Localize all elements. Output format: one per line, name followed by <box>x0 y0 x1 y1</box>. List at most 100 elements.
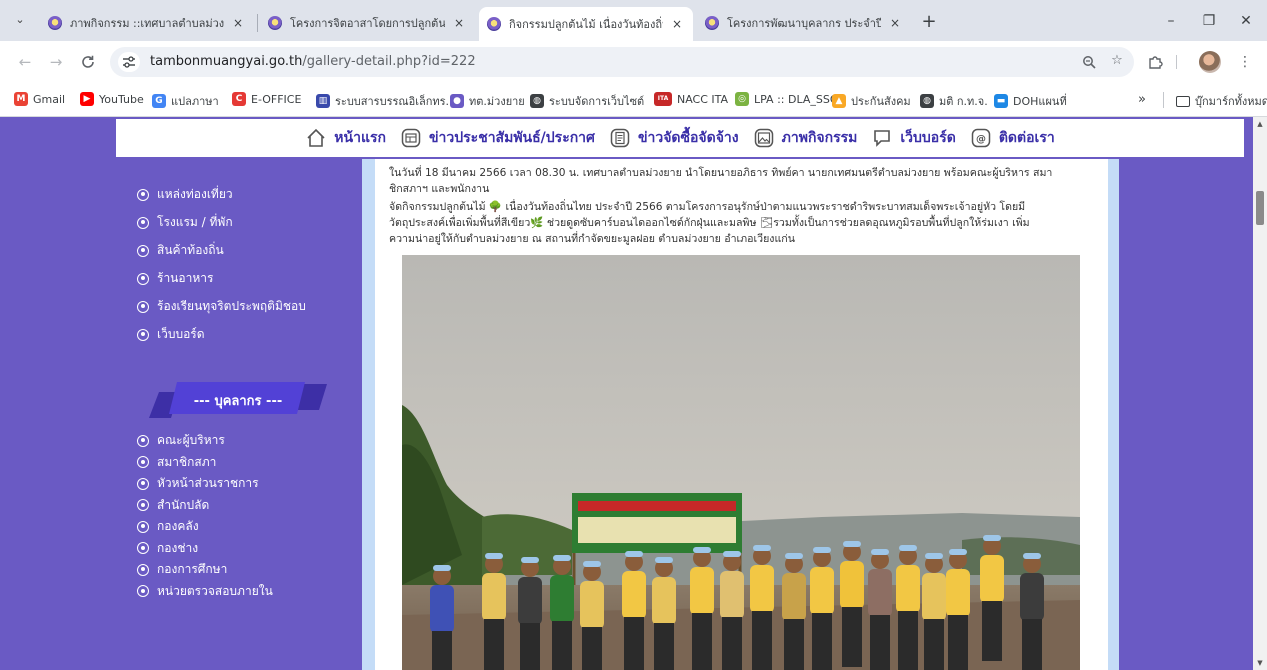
municipal-seal-icon <box>268 16 282 30</box>
gmail-icon: M <box>14 92 28 106</box>
nav-contact[interactable]: @ ติดต่อเรา <box>970 127 1055 149</box>
scroll-thumb[interactable] <box>1256 191 1264 225</box>
sidebar-link[interactable]: ร้องเรียนทุจริตประพฤติมิชอบ <box>137 297 306 316</box>
tab-close-icon[interactable]: × <box>669 17 685 31</box>
nav-webboard[interactable]: เว็บบอร์ด <box>871 127 956 149</box>
bookmarks-divider <box>1163 92 1164 108</box>
zoom-icon[interactable] <box>1080 53 1098 73</box>
bookmark-label: E-OFFICE <box>251 92 302 106</box>
chat-bubble-icon <box>874 130 891 147</box>
toolbar-divider <box>1176 55 1177 69</box>
browser-tab-bar: ⌄ ภาพกิจกรรม ::เทศบาลตำบลม่วงยาย × โครงก… <box>0 0 1267 41</box>
forward-arrow-icon[interactable]: → <box>45 51 67 73</box>
nav-home[interactable]: หน้าแรก <box>305 127 386 149</box>
bookmark-item[interactable]: ▥ ระบบสารบรรณอิเล็กทร... <box>316 92 456 110</box>
bookmark-item[interactable]: ▶ YouTube <box>80 92 144 106</box>
personnel-link[interactable]: สำนักปลัด <box>137 496 209 515</box>
profile-avatar[interactable] <box>1199 51 1221 73</box>
radio-bullet-icon <box>137 542 149 554</box>
browser-tab[interactable]: โครงการพัฒนาบุคลากร ประจำปี 256 × <box>697 9 911 37</box>
bookmark-item[interactable]: ▲ ประกันสังคม <box>832 92 911 110</box>
bookmark-item[interactable]: ▬ DOHแผนที่ <box>994 92 1067 110</box>
map-icon: ▬ <box>994 94 1008 108</box>
sidebar-link[interactable]: ร้านอาหาร <box>137 269 213 288</box>
site-info-icon[interactable] <box>118 52 140 72</box>
procurement-doc-icon <box>610 128 630 148</box>
personnel-link[interactable]: หน่วยตรวจสอบภายใน <box>137 582 273 601</box>
tab-search-chevron-icon[interactable]: ⌄ <box>10 10 30 30</box>
bookmark-item[interactable]: ◍ ระบบจัดการเว็บไซต์ <box>530 92 644 110</box>
bookmark-label: NACC ITA <box>677 92 729 106</box>
personnel-link[interactable]: สมาชิกสภา <box>137 453 216 472</box>
personnel-link[interactable]: กองการศึกษา <box>137 560 227 579</box>
youtube-icon: ▶ <box>80 92 94 106</box>
activity-photo[interactable] <box>402 255 1080 670</box>
restore-button[interactable]: ❐ <box>1194 10 1224 32</box>
article-line: ชิกสภาฯ และพนักงาน <box>389 183 490 195</box>
bookmark-item[interactable]: C E-OFFICE <box>232 92 301 106</box>
globe-icon: ◍ <box>920 94 934 108</box>
minimize-button[interactable]: – <box>1156 10 1186 32</box>
new-tab-button[interactable]: + <box>918 11 940 33</box>
scroll-down-arrow-icon[interactable]: ▼ <box>1253 656 1267 670</box>
sidebar-link[interactable]: เว็บบอร์ด <box>137 325 205 344</box>
personnel-link[interactable]: กองคลัง <box>137 517 199 536</box>
browser-tab[interactable]: ภาพกิจกรรม ::เทศบาลตำบลม่วงยาย × <box>40 9 254 37</box>
address-bar[interactable]: tambonmuangyai.go.th/gallery-detail.php?… <box>110 47 1134 77</box>
tab-close-icon[interactable]: × <box>887 16 903 30</box>
sidebar-link-label: โรงแรม / ที่พัก <box>157 215 233 229</box>
bookmark-label: DOHแผนที่ <box>1013 95 1067 108</box>
lpa-icon: ◎ <box>735 92 749 106</box>
article-line: วัตถุประสงค์เพื่อเพิ่มพื้นที่สีเขียว🌿 ช่… <box>389 217 1030 229</box>
bookmark-item[interactable]: ● ทต.ม่วงยาย <box>450 92 525 110</box>
extensions-puzzle-icon[interactable] <box>1144 51 1166 73</box>
all-bookmarks-folder[interactable]: บุ๊กมาร์กทั้งหมด <box>1176 92 1267 110</box>
tab-title: ภาพกิจกรรม ::เทศบาลตำบลม่วงยาย <box>70 17 224 30</box>
nav-label: หน้าแรก <box>334 130 386 146</box>
eoffice-icon: C <box>232 92 246 106</box>
radio-bullet-icon <box>137 434 149 447</box>
nav-gallery[interactable]: ภาพกิจกรรม <box>753 127 857 149</box>
bookmarks-overflow-chevron-icon[interactable]: » <box>1138 92 1146 107</box>
url-path: /gallery-detail.php?id=222 <box>302 54 476 69</box>
kebab-menu-icon[interactable]: ⋮ <box>1234 51 1256 73</box>
contact-at-icon: @ <box>971 128 991 148</box>
bookmark-item[interactable]: ◍ มติ ก.ท.จ. <box>920 92 988 110</box>
bookmark-item[interactable]: G แปลภาษา <box>152 92 219 110</box>
bookmark-label: ประกันสังคม <box>851 95 911 108</box>
bookmark-star-icon[interactable]: ☆ <box>1108 53 1126 68</box>
personnel-link-label: กองการศึกษา <box>157 562 228 576</box>
article-content: ในวันที่ 18 มีนาคม 2566 เวลา 08.30 น. เท… <box>375 159 1108 670</box>
nav-label: ข่าวประชาสัมพันธ์/ประกาศ <box>428 130 595 146</box>
municipal-seal-icon <box>487 17 501 31</box>
sidebar-link[interactable]: สินค้าท้องถิ่น <box>137 241 224 260</box>
tab-close-icon[interactable]: × <box>230 16 246 30</box>
bookmark-item[interactable]: ITA NACC ITA <box>654 92 728 106</box>
url-text[interactable]: tambonmuangyai.go.th/gallery-detail.php?… <box>150 54 476 69</box>
bookmark-item[interactable]: ◎ LPA :: DLA_SSO <box>735 92 839 106</box>
bookmark-item[interactable]: M Gmail <box>14 92 65 106</box>
personnel-link[interactable]: คณะผู้บริหาร <box>137 431 225 450</box>
personnel-link[interactable]: กองช่าง <box>137 539 198 558</box>
personnel-link[interactable]: หัวหน้าส่วนราชการ <box>137 474 259 493</box>
personnel-link-label: สมาชิกสภา <box>157 454 217 469</box>
browser-tab-active[interactable]: กิจกรรมปลูกต้นไม้ เนื่องวันท้องถิ่นไทย × <box>479 7 693 41</box>
close-window-button[interactable]: ✕ <box>1231 10 1261 32</box>
bookmark-label: ระบบจัดการเว็บไซต์ <box>549 95 645 108</box>
nav-news[interactable]: ข่าวประชาสัมพันธ์/ประกาศ <box>400 127 595 149</box>
reload-icon[interactable] <box>77 51 99 73</box>
tab-close-icon[interactable]: × <box>451 16 467 30</box>
scroll-up-arrow-icon[interactable]: ▲ <box>1253 117 1267 131</box>
nav-procurement[interactable]: ข่าวจัดซื้อจัดจ้าง <box>609 127 739 149</box>
sidebar-link[interactable]: โรงแรม / ที่พัก <box>137 213 233 232</box>
sidebar-link[interactable]: แหล่งท่องเที่ยว <box>137 185 233 204</box>
article-line: ความน่าอยู่ให้กับตำบลม่วงยาย ณ สถานที่กำ… <box>389 233 795 245</box>
page-scrollbar[interactable]: ▲ ▼ <box>1253 117 1267 670</box>
radio-bullet-icon <box>137 216 149 229</box>
browser-tab[interactable]: โครงการจิตอาสาโดยการปลูกต้นไม้(รอ × <box>260 9 475 37</box>
folder-icon <box>1176 95 1190 107</box>
back-arrow-icon[interactable]: ← <box>14 51 36 73</box>
sidebar-link-label: แหล่งท่องเที่ยว <box>157 187 233 201</box>
globe-icon: ◍ <box>530 94 544 108</box>
personnel-link-label: หัวหน้าส่วนราชการ <box>157 476 259 490</box>
